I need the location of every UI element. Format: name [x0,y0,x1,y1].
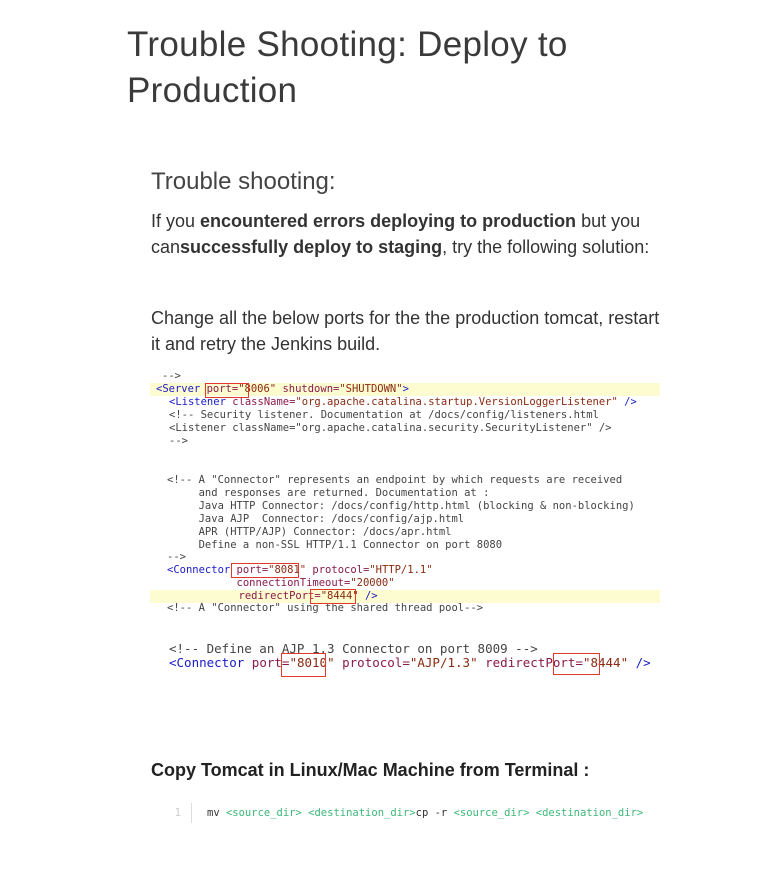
config-token: <!-- Security listener. Documentation at… [169,409,599,421]
command-text: mv <source_dir> <destination_dir>cp -r <… [207,807,643,819]
config-token: Java HTTP Connector: /docs/config/http.h… [167,500,635,512]
config-token: "HTTP/1.1" [369,564,433,576]
command-token: cp -r [415,807,454,819]
config-token: <Listener className="org.apache.catalina… [169,422,612,434]
config-line: <!-- A "Connector" represents an endpoin… [150,474,660,487]
placeholder-token: <destination_dir> [308,807,416,819]
intro-paragraph: If you encountered errors deploying to p… [151,208,661,260]
config-token: --> [169,435,188,447]
config-token: <Connector [169,655,252,670]
config-token: Define a non-SSL HTTP/1.1 Connector on p… [167,539,503,551]
config-token: shutdown= [276,383,340,395]
config-line: <!-- Security listener. Documentation at… [150,409,660,422]
config-line: redirectPort="8444" /> [150,590,660,603]
placeholder-token: <destination_dir> [535,807,644,819]
config-line: <Listener className="org.apache.catalina… [150,422,660,435]
intro-text: , try the following solution: [442,237,650,257]
config-line: <Connector port="8081" protocol="HTTP/1.… [150,564,660,577]
intro-bold-staging: successfully deploy to staging [180,237,443,257]
server-xml-config-image: <Connector port="8010" protocol="AJP/1.3… [150,370,660,680]
config-line: APR (HTTP/AJP) Connector: /docs/apr.html [150,526,660,539]
config-token: --> [167,551,186,563]
highlight-box-http-port [231,563,299,578]
config-token: APR (HTTP/AJP) Connector: /docs/apr.html [167,526,452,538]
command-token: mv [207,807,226,819]
section-heading: Trouble shooting: [151,168,336,195]
config-token: --> [162,370,181,382]
config-token: /> [628,655,651,670]
config-token: Java AJP Connector: /docs/config/ajp.htm… [167,513,465,525]
config-token: /> [617,396,637,408]
config-line: <!-- A "Connector" using the shared thre… [150,602,660,615]
highlight-box-ajp-port [281,653,326,677]
config-line: connectionTimeout="20000" [150,577,660,590]
config-token: <Server [156,383,207,395]
intro-text: If you [151,211,201,231]
config-line: and responses are returned. Documentatio… [150,487,660,500]
config-token: "AJP/1.3" [409,655,478,670]
config-token: protocol= [306,564,370,576]
copy-tomcat-heading: Copy Tomcat in Linux/Mac Machine from Te… [151,760,590,780]
line-number: 1 [165,803,192,823]
config-line: --> [150,370,660,383]
config-token: connectionTimeout= [167,577,351,589]
config-token: and responses are returned. Documentatio… [167,487,490,499]
page-title: Trouble Shooting: Deploy to Production [127,25,568,110]
placeholder-token: <source_dir> [453,807,530,819]
config-line: --> [150,551,660,564]
config-token: /> [358,590,378,602]
placeholder-token: <source_dir> [225,807,302,819]
config-token: protocol= [334,655,410,670]
config-token: <!-- Define an AJP 1.3 Connector on port… [169,641,538,656]
config-token: "20000" [350,577,395,589]
config-line: Java AJP Connector: /docs/config/ajp.htm… [150,513,660,526]
config-token: <!-- A "Connector" represents an endpoin… [167,474,623,486]
instruction-paragraph: Change all the below ports for the the p… [151,308,660,354]
config-token: "org.apache.catalina.startup.VersionLogg… [295,396,618,408]
config-token: "SHUTDOWN" [339,383,403,395]
highlight-box-ajp-redirect-port [553,653,600,675]
config-line: Java HTTP Connector: /docs/config/http.h… [150,500,660,513]
config-line: --> [150,435,660,448]
config-token: <Connector [167,564,237,576]
config-token: > [402,383,409,395]
config-token: redirectPort= [150,590,321,602]
highlight-box-server-port [205,383,249,398]
intro-bold-production: encountered errors deploying to producti… [200,211,577,231]
highlight-box-redirect-port [310,589,356,604]
terminal-code-snippet: 1 mv <source_dir> <destination_dir>cp -r… [165,803,643,823]
config-line: Define a non-SSL HTTP/1.1 Connector on p… [150,539,660,552]
